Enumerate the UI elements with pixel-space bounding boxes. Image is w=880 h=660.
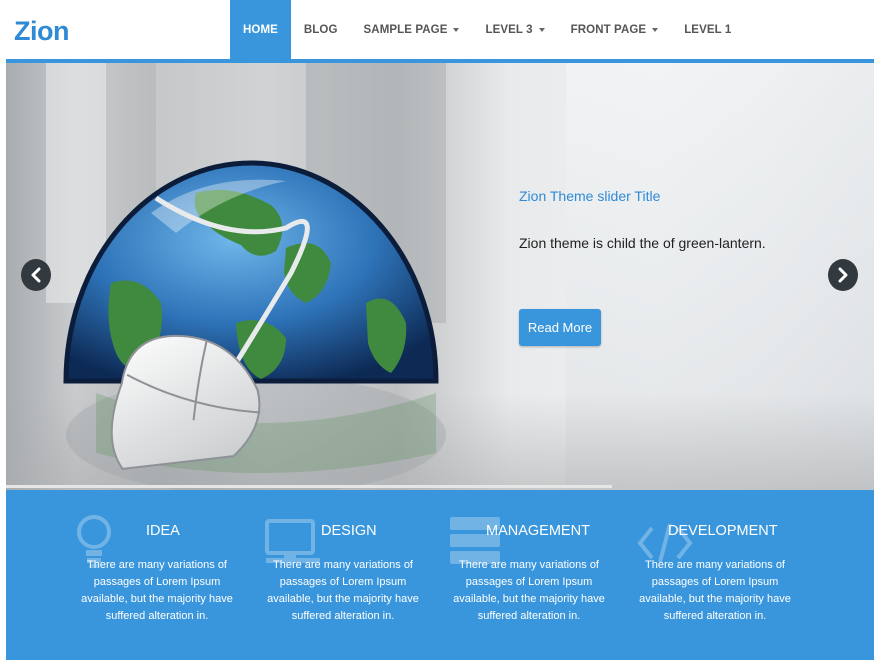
read-more-button[interactable]: Read More	[519, 309, 601, 346]
slider-prev-button[interactable]	[21, 259, 51, 291]
chevron-right-icon	[838, 267, 848, 283]
nav-item-label: HOME	[243, 24, 278, 36]
service-description: There are many variations of passages of…	[639, 559, 791, 622]
nav-item-label: SAMPLE PAGE	[363, 24, 448, 36]
service-description: There are many variations of passages of…	[81, 559, 233, 622]
nav-item-home[interactable]: HOME	[230, 0, 291, 60]
service-design: DESIGN There are many variations of pass…	[258, 490, 458, 660]
services-section: IDEA There are many variations of passag…	[6, 490, 874, 660]
nav-item-label: LEVEL 3	[485, 24, 533, 36]
slider-next-button[interactable]	[828, 259, 858, 291]
slider-title[interactable]: Zion Theme slider Title	[519, 188, 839, 204]
nav-item-blog[interactable]: BLOG	[291, 0, 351, 60]
chevron-left-icon	[31, 267, 41, 283]
caret-down-icon	[453, 28, 460, 32]
service-development: DEVELOPMENT There are many variations of…	[630, 490, 830, 660]
nav-item-label: FRONT PAGE	[570, 24, 647, 36]
nav-item-sample-page[interactable]: SAMPLE PAGE	[351, 0, 473, 60]
service-title: MANAGEMENT	[486, 523, 590, 539]
site-logo[interactable]: Zion	[14, 16, 69, 47]
service-title: DESIGN	[321, 523, 377, 539]
globe-mouse-image	[63, 160, 446, 490]
nav-item-label: BLOG	[303, 24, 338, 36]
nav-item-level-1[interactable]: LEVEL 1	[671, 0, 744, 60]
service-idea: IDEA There are many variations of passag…	[72, 490, 272, 660]
service-title: IDEA	[146, 523, 180, 539]
nav-item-label: LEVEL 1	[684, 24, 732, 36]
main-nav: HOME BLOG SAMPLE PAGE LEVEL 3 FRONT PAGE…	[230, 0, 744, 60]
slider-bottom-line	[6, 485, 612, 488]
caret-down-icon	[652, 28, 659, 32]
slider-text: Zion theme is child the of green-lantern…	[519, 235, 766, 251]
site-header: Zion HOME BLOG SAMPLE PAGE LEVEL 3 FRONT…	[6, 0, 874, 60]
service-management: MANAGEMENT There are many variations of …	[444, 490, 644, 660]
nav-item-front-page[interactable]: FRONT PAGE	[558, 0, 672, 60]
caret-down-icon	[538, 28, 545, 32]
nav-item-level-3[interactable]: LEVEL 3	[472, 0, 557, 60]
hero-slider: Zion Theme slider Title Zion theme is ch…	[6, 63, 874, 490]
service-description: There are many variations of passages of…	[267, 559, 419, 622]
service-description: There are many variations of passages of…	[453, 559, 605, 622]
service-title: DEVELOPMENT	[668, 523, 778, 539]
